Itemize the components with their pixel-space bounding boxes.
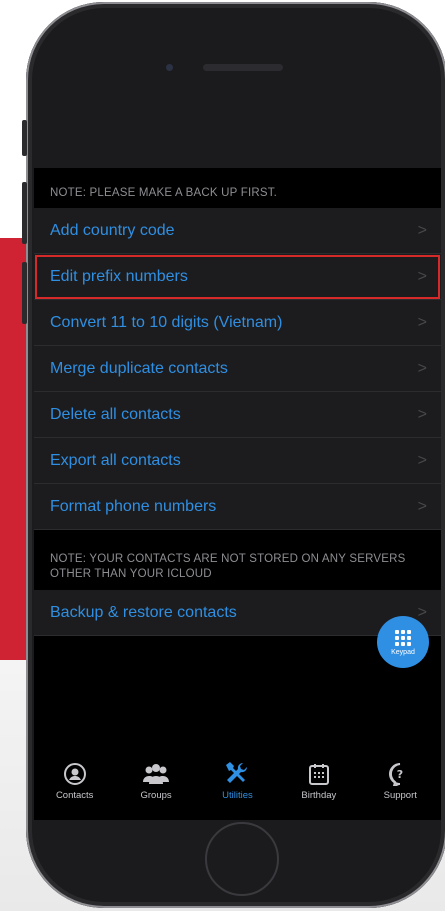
svg-text:?: ?: [397, 768, 403, 781]
row-label: Backup & restore contacts: [50, 603, 237, 621]
row-label: Merge duplicate contacts: [50, 359, 228, 377]
group-icon: [142, 760, 170, 788]
tab-utilities[interactable]: Utilities: [202, 760, 272, 801]
mute-switch: [22, 120, 27, 156]
tools-icon: [223, 760, 251, 788]
tab-label: Support: [383, 790, 417, 801]
tab-contacts[interactable]: Contacts: [40, 760, 110, 801]
chevron-right-icon: >: [417, 405, 427, 423]
row-label: Format phone numbers: [50, 497, 217, 515]
chevron-right-icon: >: [417, 221, 427, 239]
question-bubble-icon: ?: [386, 760, 414, 788]
add-country-code-row[interactable]: Add country code >: [34, 208, 441, 254]
keypad-button[interactable]: Keypad: [377, 616, 429, 668]
tab-label: Groups: [140, 790, 172, 801]
row-label: Add country code: [50, 221, 175, 239]
calendar-icon: [305, 760, 333, 788]
merge-duplicates-row[interactable]: Merge duplicate contacts >: [34, 346, 441, 392]
row-label: Delete all contacts: [50, 405, 181, 423]
home-button[interactable]: [205, 822, 279, 896]
utilities-list: Add country code > Edit prefix numbers >…: [34, 208, 441, 530]
tab-support[interactable]: ? Support: [365, 760, 435, 801]
phone-screen: NOTE: PLEASE MAKE A BACK UP FIRST. Add c…: [34, 168, 441, 820]
tab-bar: Contacts Groups Utilities Birthday ? Sup…: [34, 748, 441, 820]
export-all-contacts-row[interactable]: Export all contacts >: [34, 438, 441, 484]
convert-digits-row[interactable]: Convert 11 to 10 digits (Vietnam) >: [34, 300, 441, 346]
delete-all-contacts-row[interactable]: Delete all contacts >: [34, 392, 441, 438]
person-circle-icon: [61, 760, 89, 788]
chevron-right-icon: >: [417, 267, 427, 285]
volume-down-button: [22, 262, 27, 324]
tab-label: Utilities: [222, 790, 253, 801]
backup-note: NOTE: PLEASE MAKE A BACK UP FIRST.: [50, 187, 278, 199]
row-label: Convert 11 to 10 digits (Vietnam): [50, 313, 283, 331]
front-camera: [166, 64, 173, 71]
tab-label: Contacts: [55, 790, 94, 801]
chevron-right-icon: >: [417, 313, 427, 331]
row-label: Export all contacts: [50, 451, 181, 469]
chevron-right-icon: >: [417, 603, 427, 621]
tab-groups[interactable]: Groups: [121, 760, 191, 801]
edit-prefix-numbers-row[interactable]: Edit prefix numbers >: [34, 254, 441, 300]
volume-up-button: [22, 182, 27, 244]
keypad-label: Keypad: [391, 648, 415, 656]
chevron-right-icon: >: [417, 451, 427, 469]
chevron-right-icon: >: [417, 359, 427, 377]
tab-birthday[interactable]: Birthday: [284, 760, 354, 801]
chevron-right-icon: >: [417, 497, 427, 515]
earpiece-speaker: [203, 64, 283, 71]
tab-label: Birthday: [301, 790, 337, 801]
format-phone-numbers-row[interactable]: Format phone numbers >: [34, 484, 441, 530]
privacy-note: NOTE: YOUR CONTACTS ARE NOT STORED ON AN…: [50, 553, 406, 580]
keypad-grid-icon: [395, 629, 411, 646]
row-label: Edit prefix numbers: [50, 267, 188, 285]
